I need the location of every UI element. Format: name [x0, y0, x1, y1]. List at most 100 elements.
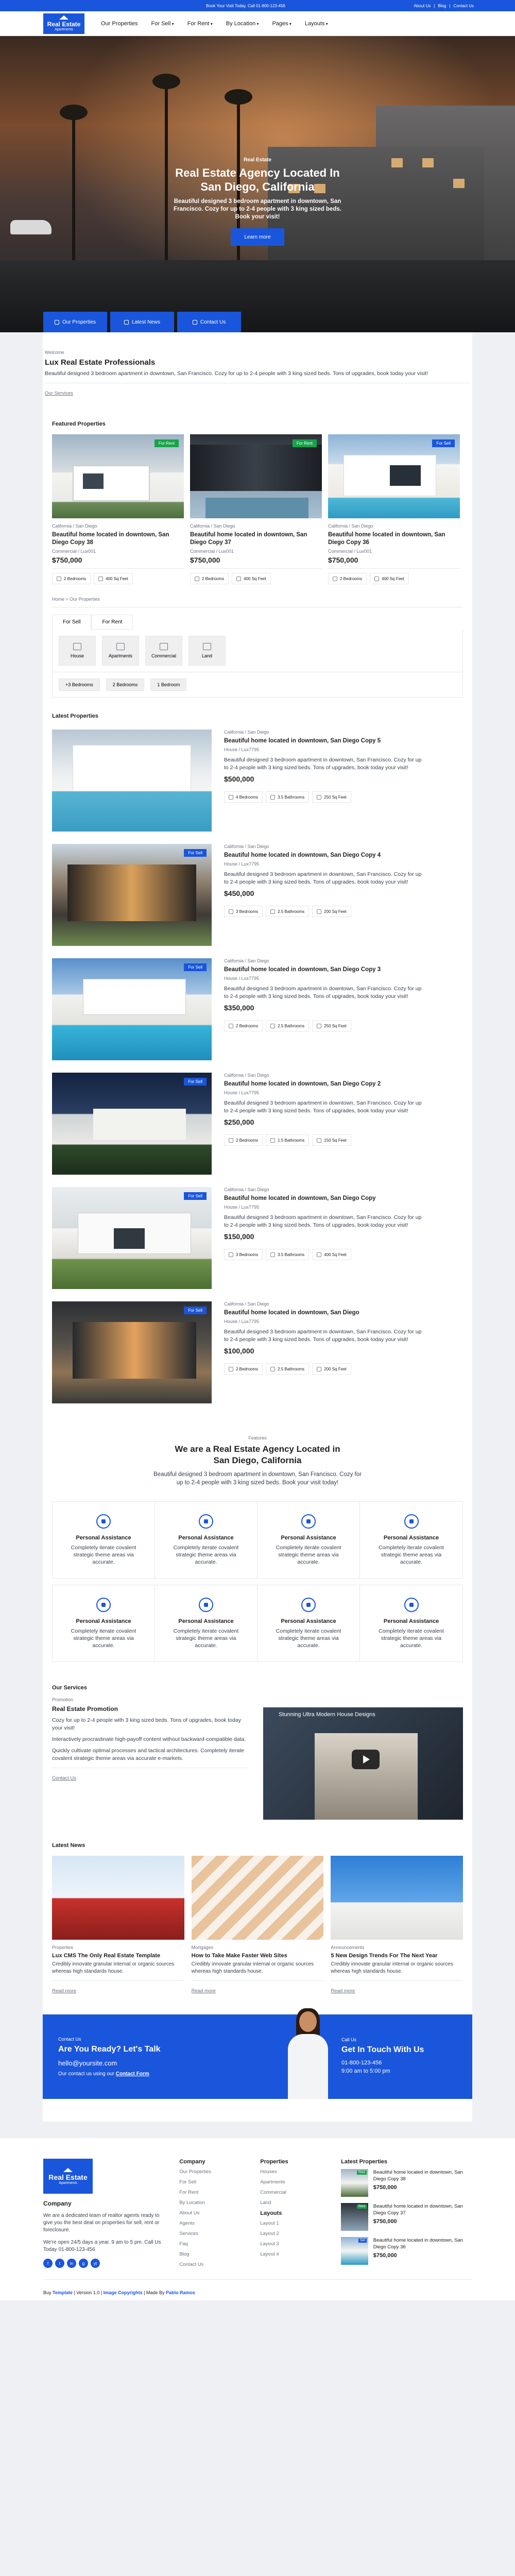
- contact-email[interactable]: hello@yoursite.com: [58, 2059, 280, 2067]
- read-more-link[interactable]: Read more: [331, 1988, 355, 1994]
- property-image: [52, 730, 212, 832]
- video-player[interactable]: Stunning Ultra Modern House Designs: [263, 1707, 463, 1820]
- list-item[interactable]: For Sell California / San Diego Beautifu…: [52, 1066, 463, 1181]
- news-headline[interactable]: Lux CMS The Only Real Estate Template: [52, 1953, 184, 1959]
- nav-for-rent[interactable]: For Rent: [187, 21, 213, 27]
- type-apartments[interactable]: Apartments: [102, 636, 139, 666]
- welcome-section: Welcome Lux Real Estate Professionals Be…: [43, 332, 472, 412]
- bed-icon: [57, 576, 61, 581]
- featured-card[interactable]: For Rent California / San Diego Beautifu…: [52, 434, 184, 584]
- featured-card[interactable]: For Rent California / San Diego Beautifu…: [190, 434, 322, 584]
- property-title[interactable]: Beautiful home located in downtown, San …: [190, 531, 322, 547]
- nav-layouts[interactable]: Layouts: [305, 21, 328, 27]
- footer-property[interactable]: Sell Beautiful home located in downtown,…: [341, 2237, 472, 2265]
- nav-by-location[interactable]: By Location: [226, 21, 259, 27]
- list-item[interactable]: For Sell California / San Diego Beautifu…: [52, 838, 463, 952]
- property-title[interactable]: Beautiful home located in downtown, San …: [224, 1195, 463, 1202]
- news-headline[interactable]: How to Take Make Faster Web Sites: [192, 1953, 324, 1959]
- area-icon: [98, 576, 104, 581]
- beds-2[interactable]: 2 Bedrooms: [106, 679, 145, 691]
- bath-icon: [270, 1252, 276, 1257]
- footer-latest: Latest Properties Rent Beautiful home lo…: [341, 2159, 472, 2272]
- footer: Real Estate Apartments Company We are a …: [0, 2138, 515, 2300]
- home-icon: [54, 319, 59, 325]
- news-image: [331, 1856, 464, 1940]
- template-link[interactable]: Template: [53, 2290, 73, 2295]
- cta-section: Contact Us Are You Ready? Let's Talk hel…: [43, 2008, 472, 2099]
- property-title[interactable]: Beautiful home located in downtown, San …: [328, 531, 460, 547]
- property-price: $450,000: [224, 889, 254, 897]
- feature-card: Personal Assistance Completely iterate co…: [258, 1502, 360, 1578]
- feature-card: Personal Assistance Completely iterate co…: [258, 1585, 360, 1662]
- footer-logo[interactable]: Real Estate Apartments: [43, 2159, 93, 2194]
- play-icon[interactable]: [352, 1750, 380, 1769]
- property-title[interactable]: Beautiful home located in downtown, San …: [224, 737, 463, 745]
- type-land[interactable]: Land: [188, 636, 226, 666]
- twitter-icon[interactable]: t: [55, 2259, 64, 2268]
- latest-news-button[interactable]: Latest News: [110, 312, 174, 332]
- building-icon: [116, 643, 125, 650]
- property-price: $100,000: [224, 1347, 254, 1355]
- contact-form-link[interactable]: Contact Form: [116, 2071, 149, 2077]
- area-icon: [317, 1252, 322, 1257]
- author-link[interactable]: Pablo Ramos: [166, 2290, 195, 2295]
- feature-card: Personal Assistance Completely iterate co…: [155, 1585, 258, 1662]
- property-title[interactable]: Beautiful home located in downtown, San …: [224, 966, 463, 974]
- nav-pages[interactable]: Pages: [272, 21, 291, 27]
- news-image: [191, 1856, 324, 1940]
- area-icon: [317, 1366, 322, 1371]
- list-item[interactable]: For Sell California / San Diego Beautifu…: [52, 1181, 463, 1295]
- nav-for-sell[interactable]: For Sell: [151, 21, 174, 27]
- featured-card[interactable]: For Sell California / San Diego Beautifu…: [328, 434, 460, 584]
- calculator-icon: [199, 1598, 213, 1612]
- property-title[interactable]: Beautiful home located in downtown, San …: [52, 531, 184, 547]
- property-title[interactable]: Beautiful home located in downtown, San …: [224, 852, 463, 859]
- google-icon[interactable]: g: [79, 2259, 88, 2268]
- type-house[interactable]: House: [59, 636, 96, 666]
- type-commercial[interactable]: Commercial: [145, 636, 182, 666]
- beds-3-plus[interactable]: +3 Bedrooms: [59, 679, 100, 691]
- bath-icon: [270, 1366, 276, 1371]
- status-badge: For Sell: [184, 1192, 207, 1200]
- site-logo[interactable]: Real Estate Apartments: [43, 13, 84, 34]
- top-link-blog[interactable]: Blog: [438, 4, 446, 8]
- contact-phone[interactable]: 01-800-123-456: [341, 2060, 424, 2066]
- contact-us-button[interactable]: Contact Us: [177, 312, 241, 332]
- read-more-link[interactable]: Read more: [52, 1988, 76, 1994]
- feature-card: Personal Assistance Completely iterate co…: [53, 1585, 155, 1662]
- top-links: About Us | Blog | Contact Us: [414, 3, 474, 8]
- top-link-contact[interactable]: Contact Us: [453, 4, 474, 8]
- area-icon: [374, 576, 380, 581]
- read-more-link[interactable]: Read more: [192, 1988, 216, 1994]
- our-properties-button[interactable]: Our Properties: [43, 312, 107, 332]
- news-card[interactable]: Announcements 5 New Design Trends For Th…: [331, 1856, 464, 1994]
- news-card[interactable]: Properties Lux CMS The Only Real Estate …: [52, 1856, 184, 1994]
- beds-1[interactable]: 1 Bedroom: [150, 679, 187, 691]
- property-price: $350,000: [224, 1004, 254, 1012]
- list-item[interactable]: For Sell California / San Diego Beautifu…: [52, 1295, 463, 1410]
- tab-for-sell[interactable]: For Sell: [52, 615, 92, 630]
- top-link-about[interactable]: About Us: [414, 4, 431, 8]
- bath-icon: [270, 1023, 276, 1028]
- linkedin-icon[interactable]: in: [67, 2259, 76, 2268]
- footer-property[interactable]: Rent Beautiful home located in downtown,…: [341, 2169, 472, 2197]
- facebook-icon[interactable]: f: [43, 2259, 53, 2268]
- list-item[interactable]: California / San Diego Beautiful home lo…: [52, 723, 463, 838]
- list-item[interactable]: For Sell California / San Diego Beautifu…: [52, 952, 463, 1066]
- contact-us-link[interactable]: Contact Us: [52, 1775, 76, 1781]
- learn-more-button[interactable]: Learn more: [231, 228, 284, 246]
- image-copyrights-link[interactable]: Image Copyrights: [104, 2290, 143, 2295]
- news-section: Latest News Properties Lux CMS The Only …: [43, 1820, 472, 1994]
- property-title[interactable]: Beautiful home located in downtown, San …: [224, 1080, 463, 1088]
- footer-property[interactable]: Rent Beautiful home located in downtown,…: [341, 2203, 472, 2231]
- hero-text: Beautiful designed 3 bedroom apartment i…: [174, 198, 341, 220]
- news-headline[interactable]: 5 New Design Trends For The Next Year: [331, 1953, 463, 1959]
- youtube-icon[interactable]: yt: [91, 2259, 100, 2268]
- news-card[interactable]: Mortgages How to Take Make Faster Web Si…: [191, 1856, 324, 1994]
- property-title[interactable]: Beautiful home located in downtown, San …: [224, 1309, 463, 1317]
- tab-for-rent[interactable]: For Rent: [91, 615, 133, 630]
- latest-properties-list: California / San Diego Beautiful home lo…: [43, 719, 472, 1410]
- featured-grid: For Rent California / San Diego Beautifu…: [43, 427, 472, 584]
- nav-our-properties[interactable]: Our Properties: [101, 21, 138, 27]
- our-services-link[interactable]: Our Services: [45, 391, 73, 396]
